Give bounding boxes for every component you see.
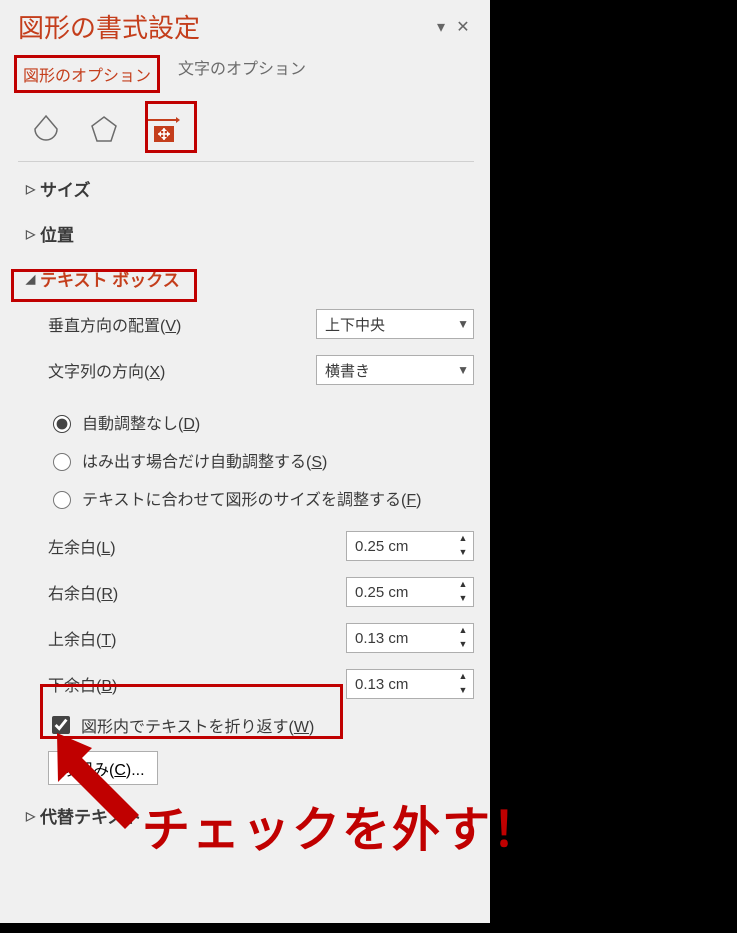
spin-up-icon[interactable]: ▲ [453, 532, 473, 546]
spin-down-icon[interactable]: ▼ [453, 638, 473, 652]
chevron-down-icon: ▼ [457, 317, 469, 331]
radio-shrink-overflow[interactable]: はみ出す場合だけ自動調整する(S) [48, 441, 474, 479]
option-tabs: 図形のオプション 文字のオプション [0, 55, 490, 99]
spin-up-icon[interactable]: ▲ [453, 670, 473, 684]
category-icons [0, 99, 490, 151]
radio-input[interactable] [53, 415, 71, 433]
tab-shape-options[interactable]: 図形のオプション [23, 68, 151, 85]
chevron-down-icon: ◢ [26, 272, 40, 286]
section-size[interactable]: ▷ サイズ [0, 166, 490, 211]
spinner-margin-left[interactable]: 0.25 cm ▲▼ [346, 531, 474, 561]
spinner-margin-bottom[interactable]: 0.13 cm ▲▼ [346, 669, 474, 699]
spinner-value: 0.25 cm [347, 584, 453, 601]
checkbox-wrap-text[interactable]: 図形内でテキストを折り返す(W) [48, 707, 474, 743]
label-vertical-align: 垂直方向の配置(V) [48, 312, 316, 336]
combo-text-direction[interactable]: 横書き ▼ [316, 355, 474, 385]
row-margin-bottom: 下余白(B) 0.13 cm ▲▼ [48, 661, 474, 707]
checkbox-label: 図形内でテキストを折り返す(W) [81, 713, 314, 737]
section-alttext-label: 代替テキスト [40, 803, 142, 828]
label-margin-right: 右余白(R) [48, 580, 268, 604]
textbox-content: 垂直方向の配置(V) 上下中央 ▼ 文字列の方向(X) 横書き ▼ 自動調整なし… [0, 301, 490, 785]
spinner-value: 0.25 cm [347, 538, 453, 555]
spin-down-icon[interactable]: ▼ [453, 684, 473, 698]
panel-header: 図形の書式設定 ▾ ✕ [0, 8, 490, 55]
chevron-right-icon: ▷ [26, 227, 40, 241]
label-margin-left: 左余白(L) [48, 534, 268, 558]
checkbox-input[interactable] [52, 716, 70, 734]
size-properties-icon[interactable] [140, 107, 184, 151]
fill-line-icon[interactable] [24, 107, 68, 151]
chevron-right-icon: ▷ [26, 182, 40, 196]
row-vertical-align: 垂直方向の配置(V) 上下中央 ▼ [48, 301, 474, 347]
format-shape-panel: 図形の書式設定 ▾ ✕ 図形のオプション 文字のオプション [0, 0, 490, 923]
collapse-icon[interactable]: ▾ [430, 17, 452, 37]
tab-text-options[interactable]: 文字のオプション [178, 55, 306, 93]
spin-up-icon[interactable]: ▲ [453, 624, 473, 638]
radio-input[interactable] [53, 491, 71, 509]
panel-title: 図形の書式設定 [18, 8, 430, 45]
spin-down-icon[interactable]: ▼ [453, 546, 473, 560]
combo-value: 横書き [325, 360, 457, 381]
section-size-label: サイズ [40, 176, 91, 201]
radio-label: 自動調整なし(D) [82, 410, 200, 434]
chevron-down-icon: ▼ [457, 363, 469, 377]
highlight-shape-options: 図形のオプション [14, 55, 160, 93]
spinner-margin-right[interactable]: 0.25 cm ▲▼ [346, 577, 474, 607]
radio-label: テキストに合わせて図形のサイズを調整する(F) [82, 486, 421, 510]
chevron-right-icon: ▷ [26, 809, 40, 823]
spinner-value: 0.13 cm [347, 676, 453, 693]
radio-label: はみ出す場合だけ自動調整する(S) [82, 448, 327, 472]
label-margin-top: 上余白(T) [48, 626, 268, 650]
row-text-direction: 文字列の方向(X) 横書き ▼ [48, 347, 474, 393]
section-position-label: 位置 [40, 221, 74, 246]
columns-button[interactable]: 段組み(C)... [48, 751, 158, 785]
radio-no-autofit[interactable]: 自動調整なし(D) [48, 403, 474, 441]
close-icon[interactable]: ✕ [452, 17, 474, 37]
row-margin-top: 上余白(T) 0.13 cm ▲▼ [48, 615, 474, 661]
label-margin-bottom: 下余白(B) [48, 672, 268, 696]
spin-down-icon[interactable]: ▼ [453, 592, 473, 606]
section-alttext[interactable]: ▷ 代替テキスト [0, 785, 490, 838]
combo-vertical-align[interactable]: 上下中央 ▼ [316, 309, 474, 339]
spinner-margin-top[interactable]: 0.13 cm ▲▼ [346, 623, 474, 653]
row-margin-left: 左余白(L) 0.25 cm ▲▼ [48, 523, 474, 569]
spin-up-icon[interactable]: ▲ [453, 578, 473, 592]
effects-icon[interactable] [82, 107, 126, 151]
section-textbox[interactable]: ◢ テキスト ボックス [0, 256, 490, 301]
section-textbox-label: テキスト ボックス [40, 266, 180, 291]
spinner-value: 0.13 cm [347, 630, 453, 647]
label-text-direction: 文字列の方向(X) [48, 358, 316, 382]
row-margin-right: 右余白(R) 0.25 cm ▲▼ [48, 569, 474, 615]
radio-resize-shape[interactable]: テキストに合わせて図形のサイズを調整する(F) [48, 479, 474, 517]
combo-value: 上下中央 [325, 314, 457, 335]
section-position[interactable]: ▷ 位置 [0, 211, 490, 256]
radio-input[interactable] [53, 453, 71, 471]
divider [18, 161, 474, 162]
